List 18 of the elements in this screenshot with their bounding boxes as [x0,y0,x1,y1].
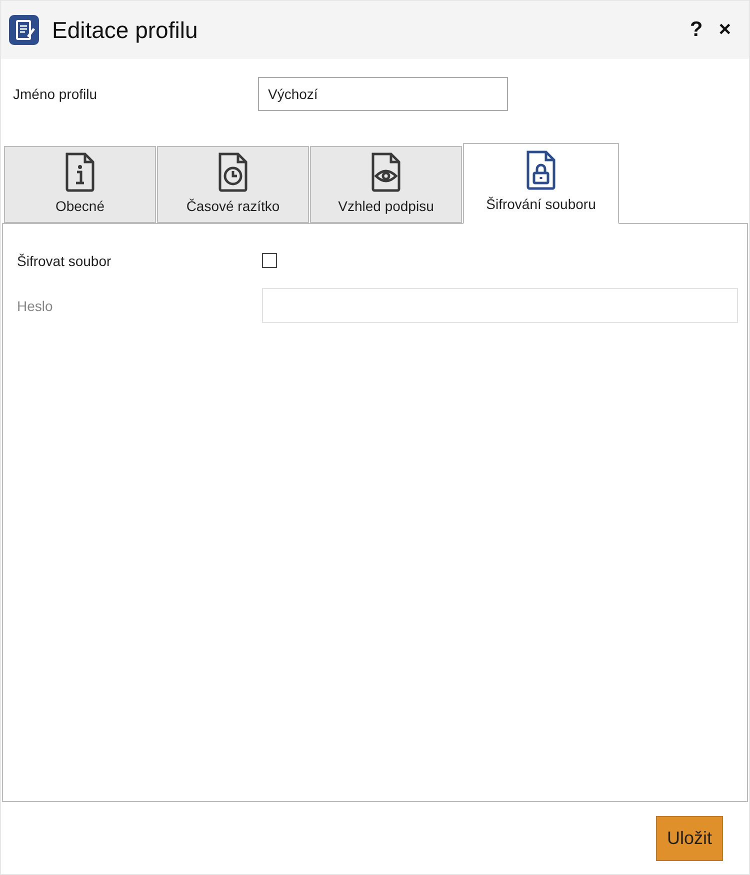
tab[interactable]: Šifrování souboru [463,143,619,224]
encrypt-file-label: Šifrovat soubor [17,252,112,268]
document-clock-icon [217,152,249,192]
tab[interactable]: Časové razítko [157,146,309,223]
help-button[interactable]: ? [682,18,711,42]
document-lock-icon [525,150,557,190]
document-info-icon [64,152,96,192]
password-label: Heslo [17,298,54,314]
profile-name-label: Jméno profilu [13,86,98,102]
encrypt-checkbox[interactable] [262,253,277,268]
profile-name-field[interactable]: Výchozí [258,76,508,110]
close-button[interactable]: × [710,18,739,42]
window-title: Editace profilu [52,16,199,44]
document-edit-icon [9,15,39,45]
tab[interactable]: Vzhled podpisu [310,146,462,223]
save-button[interactable]: Uložit [656,816,723,860]
document-eye-icon [370,152,402,192]
tab[interactable]: Obecné [4,146,156,223]
